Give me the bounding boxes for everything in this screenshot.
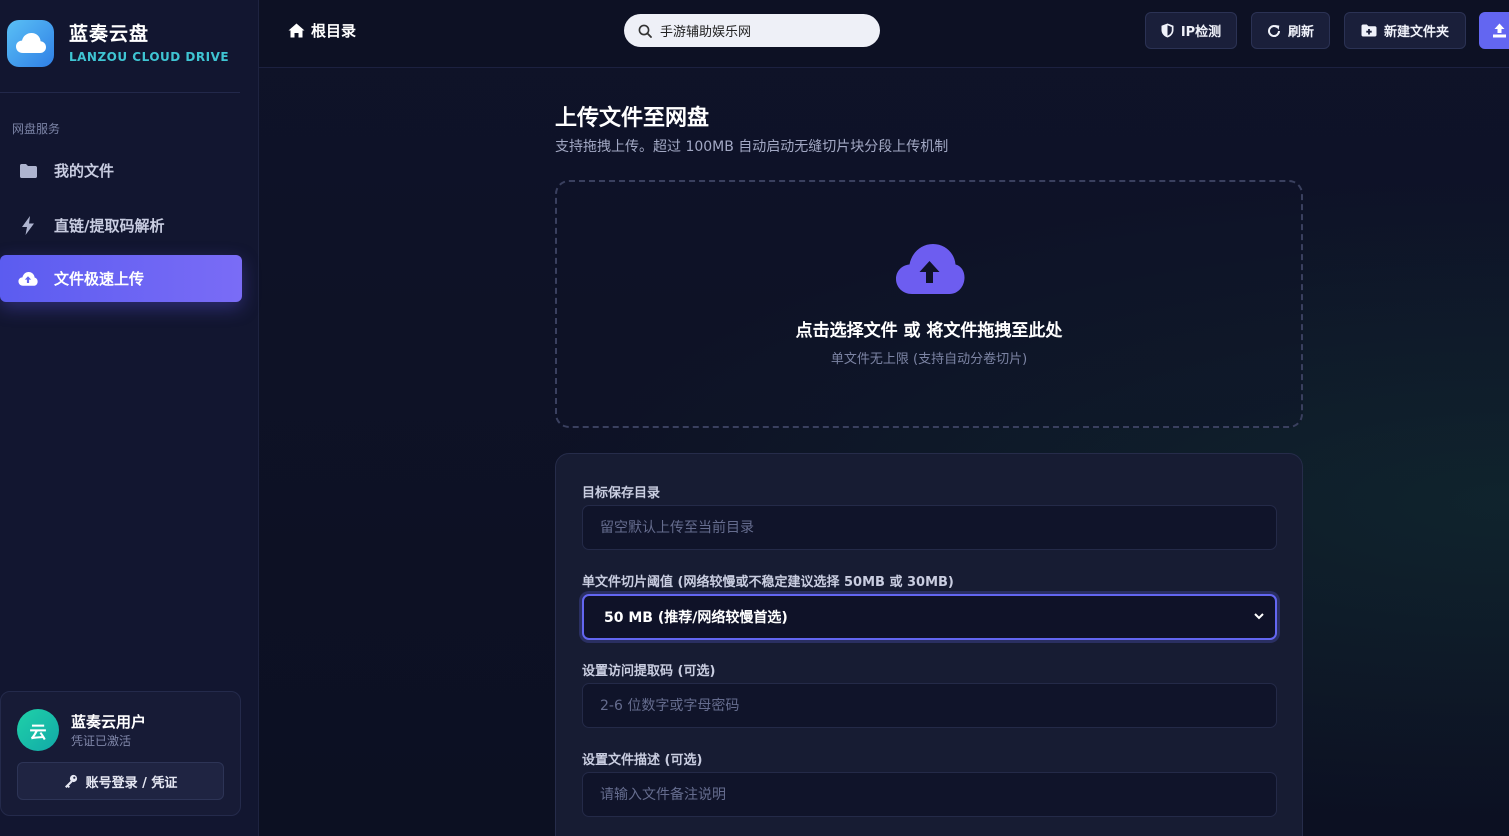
user-name: 蓝奏云用户 [71,713,147,731]
brand[interactable]: 蓝奏云盘 LANZOU CLOUD DRIVE [7,18,229,68]
folder-plus-icon [1361,24,1377,37]
chevron-down-icon [1253,610,1265,622]
chunk-size-select[interactable]: 50 MB (推荐/网络较慢首选) [582,594,1277,640]
cloud-upload-icon [895,242,965,296]
search-input[interactable] [660,23,860,38]
brand-divider [0,92,240,93]
top-bar: 根目录 IP检测 刷新 新建文件夹 [259,0,1509,68]
shield-icon [1161,23,1174,38]
search-box [624,14,880,47]
cloud-logo-icon [7,19,54,67]
sidebar-item-upload[interactable]: 文件极速上传 [0,255,242,302]
chunk-size-selected: 50 MB (推荐/网络较慢首选) [604,610,788,626]
upload-dropzone[interactable]: 点击选择文件 或 将文件拖拽至此处 单文件无上限 (支持自动分卷切片) [555,180,1303,428]
user-status: 凭证已激活 [71,734,132,748]
page-title: 上传文件至网盘 [555,106,710,131]
dropzone-title: 点击选择文件 或 将文件拖拽至此处 [795,321,1063,341]
refresh-label: 刷新 [1287,25,1314,40]
upload-icon [1492,23,1507,38]
chunk-size-label: 单文件切片阈值 (网络较慢或不稳定建议选择 50MB 或 30MB) [582,575,954,590]
target-dir-input[interactable] [582,505,1277,550]
sidebar-item-my-files[interactable]: 我的文件 [0,147,242,194]
description-input[interactable] [582,772,1277,817]
access-code-input[interactable] [582,683,1277,728]
nav-section-label: 网盘服务 [12,122,61,136]
brand-subtitle: LANZOU CLOUD DRIVE [69,50,230,64]
folder-icon [18,161,38,181]
target-dir-label: 目标保存目录 [582,486,661,501]
refresh-icon [1267,24,1281,38]
sidebar-item-label: 我的文件 [54,162,115,180]
ip-check-button[interactable]: IP检测 [1145,12,1237,49]
breadcrumb[interactable]: 根目录 [288,20,356,41]
user-card: 云 蓝奏云用户 凭证已激活 账号登录 / 凭证 [0,691,241,816]
bolt-icon [18,216,38,236]
upload-settings-card: 目标保存目录 单文件切片阈值 (网络较慢或不稳定建议选择 50MB 或 30MB… [555,453,1303,836]
description-label: 设置文件描述 (可选) [582,753,703,768]
sidebar-item-link-parse[interactable]: 直链/提取码解析 [0,202,242,249]
breadcrumb-root: 根目录 [311,22,357,40]
login-button-label: 账号登录 / 凭证 [85,775,178,791]
refresh-button[interactable]: 刷新 [1251,12,1330,49]
new-folder-button[interactable]: 新建文件夹 [1344,12,1466,49]
home-icon [288,23,305,38]
key-icon [64,774,78,788]
page-subtitle: 支持拖拽上传。超过 100MB 自动启动无缝切片块分段上传机制 [555,139,949,155]
upload-button[interactable] [1479,12,1509,49]
access-code-label: 设置访问提取码 (可选) [582,664,716,679]
sidebar: 蓝奏云盘 LANZOU CLOUD DRIVE 网盘服务 我的文件 直链/提取码… [0,0,259,836]
dropzone-subtitle: 单文件无上限 (支持自动分卷切片) [830,352,1028,367]
avatar: 云 [17,709,59,751]
brand-name: 蓝奏云盘 [69,23,150,45]
sidebar-item-label: 文件极速上传 [54,270,145,288]
app-root: 蓝奏云盘 LANZOU CLOUD DRIVE 网盘服务 我的文件 直链/提取码… [0,0,1509,836]
sidebar-item-label: 直链/提取码解析 [54,217,165,235]
login-button[interactable]: 账号登录 / 凭证 [17,762,224,800]
ip-check-label: IP检测 [1180,25,1222,40]
search-icon [638,24,652,38]
cloud-upload-icon [18,269,38,289]
new-folder-label: 新建文件夹 [1383,25,1449,40]
